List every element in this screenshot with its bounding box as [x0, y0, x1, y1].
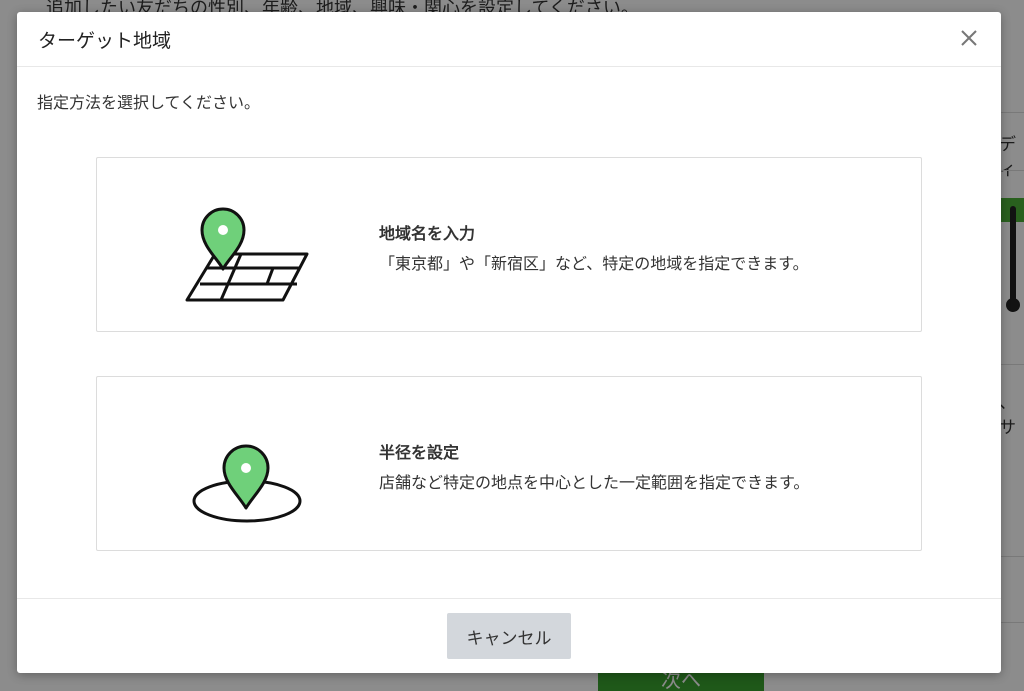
option-title: 半径を設定 — [379, 443, 460, 462]
cancel-button[interactable]: キャンセル — [447, 613, 571, 659]
option-radius[interactable]: 半径を設定 店舗など特定の地点を中心とした一定範囲を指定できます。 — [96, 376, 922, 551]
close-button[interactable] — [957, 26, 981, 50]
option-title: 地域名を入力 — [379, 224, 476, 243]
instruction-text: 指定方法を選択してください。 — [37, 93, 261, 112]
dialog-body: 指定方法を選択してください。 地域名を入力 「東京都」や「新宿区」など、特定の地… — [17, 67, 1001, 598]
option-text: 地域名を入力 「東京都」や「新宿区」など、特定の地域を指定できます。 — [379, 220, 809, 274]
target-region-dialog: ターゲット地域 指定方法を選択してください。 地域名を入力 「東京都」や「新宿区… — [17, 12, 1001, 673]
option-region-name[interactable]: 地域名を入力 「東京都」や「新宿区」など、特定の地域を指定できます。 — [96, 157, 922, 332]
option-description: 「東京都」や「新宿区」など、特定の地域を指定できます。 — [379, 254, 809, 273]
dialog-title: ターゲット地域 — [38, 29, 172, 52]
radius-pin-icon — [192, 444, 302, 523]
close-icon — [961, 30, 977, 46]
map-pin-icon — [185, 207, 309, 302]
option-description: 店舗など特定の地点を中心とした一定範囲を指定できます。 — [379, 473, 810, 492]
option-text: 半径を設定 店舗など特定の地点を中心とした一定範囲を指定できます。 — [379, 439, 809, 493]
dialog-footer: キャンセル — [17, 598, 1001, 673]
dialog-header: ターゲット地域 — [17, 12, 1001, 67]
